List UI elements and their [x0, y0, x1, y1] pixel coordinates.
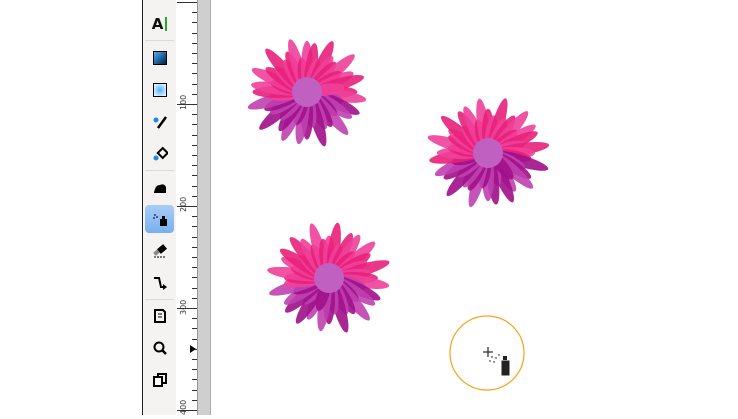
ruler-tick: [192, 236, 197, 238]
eraser-tool-button[interactable]: [145, 237, 174, 265]
ruler-tick: [192, 338, 197, 340]
ruler-tick: [192, 226, 197, 228]
ruler-label: 100: [179, 94, 188, 110]
ruler-tick: [192, 246, 197, 248]
paint-bucket-tool-button[interactable]: [145, 140, 174, 168]
ruler-label: 300: [179, 299, 188, 315]
connector-tool-button[interactable]: [145, 269, 174, 297]
gradient-icon: [152, 51, 167, 65]
ruler-tick: [192, 175, 197, 177]
pages-tool-button[interactable]: [145, 366, 174, 394]
flower[interactable]: [266, 222, 391, 334]
ruler-tick: [192, 195, 197, 197]
ruler-tick: [192, 257, 197, 258]
toolbox: A: [142, 0, 177, 415]
flower[interactable]: [246, 38, 367, 148]
gradient-tool-button[interactable]: [145, 44, 174, 72]
ruler-tick: [192, 83, 197, 85]
spray-tool-button[interactable]: [145, 205, 174, 233]
tweak-tool-button[interactable]: [145, 173, 174, 201]
flower-center: [292, 77, 322, 107]
ruler-tick: [192, 144, 197, 146]
ruler-tick: [192, 32, 197, 34]
ruler-tick: [192, 318, 197, 320]
drawing-canvas[interactable]: [211, 0, 738, 415]
ruler-tick: [192, 114, 197, 116]
text-icon: A: [151, 15, 164, 33]
pages-icon: [152, 373, 167, 387]
ruler-label: 400: [179, 399, 188, 415]
ruler-tick: [192, 42, 197, 44]
ruler-tick: [192, 328, 197, 330]
flower[interactable]: [426, 97, 550, 209]
dropper-icon: [153, 116, 167, 129]
toolbox-separator: [145, 40, 174, 41]
ruler-tick: [192, 134, 197, 136]
dropper-tool-button[interactable]: [145, 108, 174, 136]
vertical-ruler[interactable]: 100 200 300 400: [176, 0, 198, 415]
ruler-tick: [192, 124, 197, 126]
flower-center: [314, 263, 344, 293]
toolbox-separator: [145, 170, 174, 171]
ruler-tick: [192, 379, 197, 381]
text-cursor-icon: [165, 17, 168, 31]
magnifier-icon: [153, 341, 167, 355]
ruler-tick: [192, 267, 197, 269]
ruler-tick: [192, 389, 197, 391]
ruler-tick: [192, 297, 197, 299]
ruler-tick: [192, 155, 197, 156]
left-empty-area: [0, 0, 142, 415]
document-icon: [153, 309, 166, 323]
tweak-icon: [153, 184, 166, 193]
text-tool-button[interactable]: A: [145, 10, 174, 38]
ruler-tick: [192, 277, 197, 279]
toolbox-separator: [145, 299, 174, 300]
canvas-border: [198, 0, 211, 415]
ruler-tick: [192, 63, 197, 65]
ruler-tick: [177, 2, 197, 3]
spray-cursor-icon: [483, 347, 511, 377]
eraser-icon: [152, 244, 167, 258]
paint-bucket-icon: [153, 146, 168, 161]
ruler-tick: [192, 53, 197, 54]
ruler-tick: [192, 369, 197, 371]
ruler-tick: [192, 185, 197, 187]
ruler-tick: [192, 287, 197, 289]
mesh-icon: [152, 83, 167, 97]
ruler-position-marker-icon: [190, 345, 196, 353]
ruler-tick: [192, 93, 197, 95]
ruler-tick: [192, 165, 197, 167]
document-properties-tool-button[interactable]: [145, 302, 174, 330]
ruler-label: 200: [179, 196, 188, 212]
ruler-tick: [192, 359, 197, 360]
spray-icon: [152, 214, 167, 226]
mesh-tool-button[interactable]: [145, 76, 174, 104]
ruler-tick: [192, 216, 197, 218]
flower-center: [473, 138, 503, 168]
ruler-tick: [192, 73, 197, 75]
spray-radius-circle: [449, 315, 525, 391]
ruler-tick: [192, 22, 197, 24]
ruler-tick: [192, 399, 197, 401]
zoom-tool-button[interactable]: [145, 334, 174, 362]
ruler-tick: [192, 12, 197, 14]
connector-icon: [153, 277, 167, 290]
